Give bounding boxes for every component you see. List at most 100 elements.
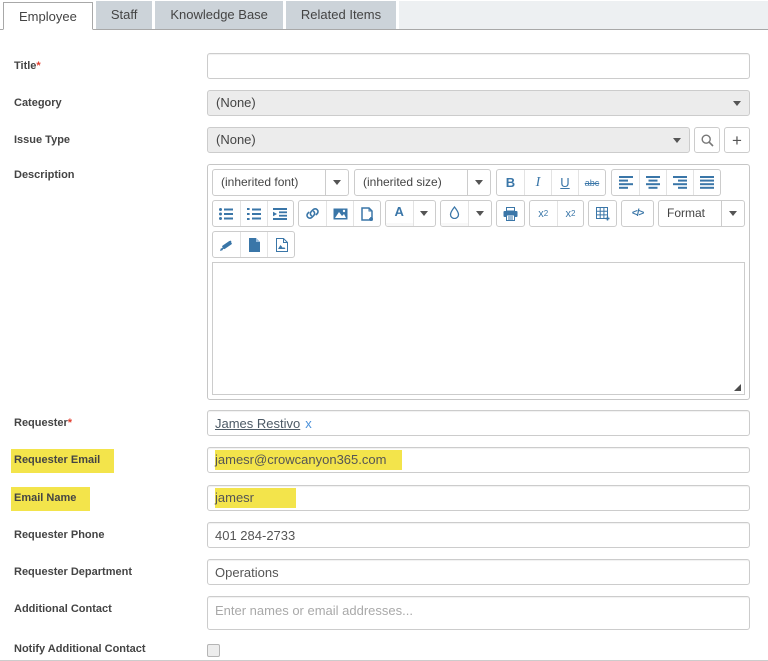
highlight-color-button[interactable] bbox=[441, 201, 469, 226]
chevron-down-icon[interactable] bbox=[325, 170, 348, 195]
align-center-button[interactable] bbox=[639, 170, 666, 195]
list-group bbox=[212, 200, 295, 227]
chevron-down-icon bbox=[420, 211, 429, 216]
editor-content-area[interactable] bbox=[212, 262, 745, 395]
category-select[interactable]: (None) bbox=[207, 90, 750, 116]
email-name-field[interactable]: jamesr bbox=[207, 485, 750, 511]
alignment-group bbox=[611, 169, 721, 196]
bold-button[interactable]: B bbox=[497, 170, 524, 195]
title-label: Title* bbox=[14, 53, 207, 72]
additional-contact-input[interactable]: Enter names or email addresses... bbox=[207, 596, 750, 630]
email-name-label-text: Email Name bbox=[11, 487, 91, 511]
email-name-row: Email Name jamesr bbox=[11, 485, 750, 511]
email-name-value: jamesr bbox=[215, 488, 297, 508]
issue-type-row: Issue Type (None) + bbox=[14, 127, 750, 153]
link-button[interactable] bbox=[299, 201, 326, 226]
requester-required-marker: * bbox=[67, 417, 73, 429]
print-button[interactable] bbox=[497, 201, 524, 226]
requester-remove-link[interactable]: x bbox=[305, 416, 312, 431]
issue-type-add-button[interactable]: + bbox=[724, 127, 750, 153]
superscript-button[interactable]: x2 bbox=[556, 201, 584, 226]
new-document-button[interactable] bbox=[240, 232, 267, 257]
page-break-plus-icon bbox=[361, 206, 373, 221]
page-break-button[interactable] bbox=[352, 201, 380, 226]
requester-field[interactable]: James Restivo x bbox=[207, 410, 750, 436]
highlight-droplet-icon bbox=[450, 205, 460, 219]
table-group bbox=[588, 200, 618, 227]
issue-type-select[interactable]: (None) bbox=[207, 127, 690, 153]
bullet-list-button[interactable] bbox=[213, 201, 240, 226]
description-label: Description bbox=[14, 169, 75, 181]
align-justify-button[interactable] bbox=[693, 170, 720, 195]
insert-image-button[interactable] bbox=[326, 201, 353, 226]
title-input[interactable] bbox=[207, 53, 750, 79]
link-icon bbox=[306, 208, 320, 219]
image-icon bbox=[333, 208, 348, 219]
chevron-down-icon[interactable] bbox=[467, 170, 490, 195]
underline-button[interactable]: U bbox=[551, 170, 578, 195]
chevron-down-icon bbox=[733, 101, 741, 106]
requester-email-field[interactable]: jamesr@crowcanyon365.com bbox=[207, 447, 750, 473]
notify-additional-contact-label: Notify Additional Contact bbox=[14, 643, 146, 655]
align-left-icon bbox=[618, 176, 633, 189]
requester-email-label-text: Requester Email bbox=[11, 449, 115, 473]
tab-bar: Employee Staff Knowledge Base Related It… bbox=[0, 0, 768, 30]
title-required-marker: * bbox=[36, 60, 41, 72]
requester-row: Requester* James Restivo x bbox=[14, 410, 750, 436]
notify-additional-contact-checkbox[interactable] bbox=[207, 644, 220, 657]
font-color-button[interactable]: A bbox=[385, 201, 413, 226]
requester-phone-input[interactable] bbox=[207, 522, 750, 548]
requester-department-input[interactable] bbox=[207, 559, 750, 585]
issue-type-search-button[interactable] bbox=[694, 127, 720, 153]
highlight-color-group bbox=[440, 200, 493, 227]
superscript-index: 2 bbox=[571, 209, 576, 218]
highlight-color-dropdown[interactable] bbox=[468, 201, 491, 226]
tab-bar-filler bbox=[399, 1, 768, 29]
issue-type-label: Issue Type bbox=[14, 134, 71, 146]
print-group bbox=[496, 200, 525, 227]
plus-icon: + bbox=[732, 130, 742, 150]
insert-table-button[interactable] bbox=[589, 201, 616, 226]
additional-contact-placeholder: Enter names or email addresses... bbox=[215, 603, 413, 618]
chevron-down-icon bbox=[673, 138, 681, 143]
align-left-button[interactable] bbox=[612, 170, 639, 195]
resize-handle[interactable] bbox=[734, 384, 741, 391]
editor-toolbar-row-2: A x2 x 2 </> Format bbox=[212, 200, 745, 227]
subscript-button[interactable]: x2 bbox=[530, 201, 557, 226]
category-selected-value: (None) bbox=[216, 95, 256, 110]
tab-staff[interactable]: Staff bbox=[95, 1, 153, 29]
tab-knowledge-base[interactable]: Knowledge Base bbox=[155, 1, 283, 29]
editor-toolbar-row-1: (inherited font) (inherited size) B I U … bbox=[212, 169, 745, 196]
format-dropdown[interactable]: Format bbox=[657, 200, 745, 227]
image-file-icon bbox=[275, 237, 288, 252]
additional-contact-row: Additional Contact Enter names or email … bbox=[14, 596, 750, 630]
print-icon bbox=[503, 206, 518, 221]
format-brush-button[interactable] bbox=[213, 232, 240, 257]
numbered-list-button[interactable] bbox=[239, 201, 267, 226]
insert-image-file-button[interactable] bbox=[267, 232, 294, 257]
numbered-list-icon bbox=[246, 207, 261, 220]
font-color-dropdown[interactable] bbox=[412, 201, 436, 226]
align-right-button[interactable] bbox=[666, 170, 693, 195]
tab-related-items[interactable]: Related Items bbox=[285, 1, 397, 29]
font-family-dropdown[interactable]: (inherited font) bbox=[212, 169, 349, 196]
align-center-icon bbox=[646, 176, 660, 189]
requester-person-link[interactable]: James Restivo bbox=[215, 416, 300, 431]
requester-phone-label: Requester Phone bbox=[14, 529, 105, 541]
italic-button[interactable]: I bbox=[524, 170, 551, 195]
requester-phone-row: Requester Phone bbox=[14, 522, 750, 548]
font-color-group: A bbox=[384, 200, 437, 227]
new-document-icon bbox=[249, 237, 260, 252]
description-row: Description (inherited font) (inherited … bbox=[14, 164, 750, 400]
issue-type-selected-value: (None) bbox=[216, 132, 256, 147]
chevron-down-icon[interactable] bbox=[720, 201, 744, 226]
notify-additional-contact-row: Notify Additional Contact bbox=[14, 641, 750, 657]
font-family-value: (inherited font) bbox=[221, 175, 299, 189]
strikethrough-button[interactable]: abc bbox=[578, 170, 605, 195]
indent-button[interactable] bbox=[266, 201, 294, 226]
tab-employee[interactable]: Employee bbox=[3, 2, 93, 30]
source-code-button[interactable]: </> bbox=[622, 201, 653, 226]
category-row: Category (None) bbox=[14, 90, 750, 116]
font-size-dropdown[interactable]: (inherited size) bbox=[354, 169, 491, 196]
subscript-index: 2 bbox=[543, 209, 549, 218]
